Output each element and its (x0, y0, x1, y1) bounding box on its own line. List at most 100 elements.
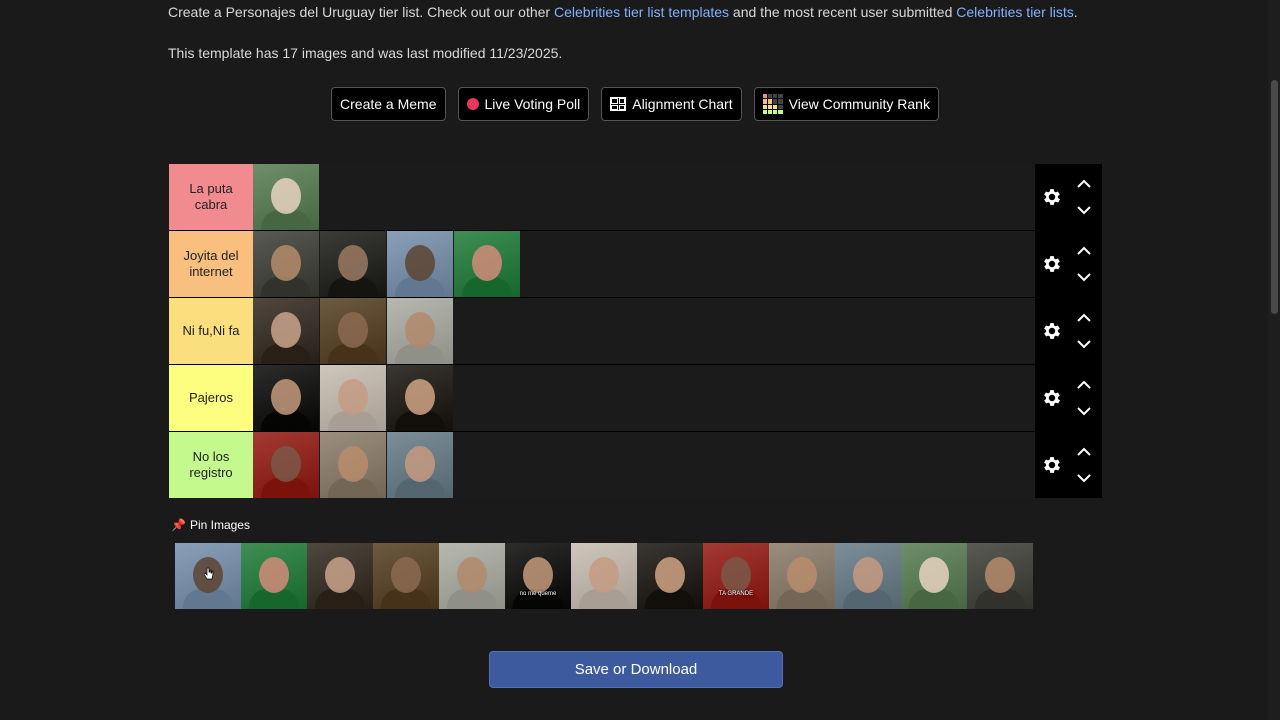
chevron-down-icon[interactable] (1075, 405, 1093, 417)
image-caption: TA GRANDE (718, 591, 754, 597)
tier-item-image[interactable] (387, 231, 453, 297)
face-shape (919, 557, 949, 593)
face-shape (271, 312, 301, 348)
face-shape (338, 245, 368, 281)
tier-controls (1035, 231, 1102, 297)
tier-controls (1035, 164, 1102, 230)
face-shape (271, 178, 301, 214)
chevron-up-icon[interactable] (1075, 446, 1093, 458)
tier-row: No los registro (169, 432, 1102, 498)
pin-images-toggle[interactable]: 📌 Pin Images (171, 518, 250, 532)
grid-icon (610, 97, 627, 111)
face-shape (589, 557, 619, 593)
live-voting-poll-button[interactable]: Live Voting Poll (457, 87, 590, 121)
chevron-down-icon[interactable] (1075, 472, 1093, 484)
pool-image[interactable] (901, 543, 967, 609)
pool-image[interactable] (637, 543, 703, 609)
face-shape (523, 557, 553, 593)
pool-image[interactable] (835, 543, 901, 609)
template-meta: This template has 17 images and was last… (168, 45, 563, 61)
chevron-up-icon[interactable] (1075, 379, 1093, 391)
tier-items[interactable] (253, 164, 1035, 230)
tier-item-image[interactable] (253, 298, 319, 364)
face-shape (787, 557, 817, 593)
pool-image[interactable] (571, 543, 637, 609)
tier-row: La puta cabra (169, 164, 1102, 231)
tier-item-image[interactable] (387, 432, 453, 498)
scrollbar[interactable] (1268, 0, 1280, 720)
face-shape (457, 557, 487, 593)
chevron-up-icon[interactable] (1075, 245, 1093, 257)
celebrities-tierlists-link[interactable]: Celebrities tier lists (956, 4, 1073, 20)
chevron-up-icon[interactable] (1075, 312, 1093, 324)
hand-cursor-icon (204, 567, 214, 580)
tier-item-image[interactable] (387, 365, 453, 431)
chevron-down-icon[interactable] (1075, 271, 1093, 283)
tier-label[interactable]: Ni fu,Ni fa (169, 298, 253, 364)
save-download-button[interactable]: Save or Download (489, 651, 783, 688)
pool-image[interactable] (373, 543, 439, 609)
tier-item-image[interactable] (320, 231, 386, 297)
tier-items[interactable] (253, 432, 1035, 498)
intro-text: Create a Personajes del Uruguay tier lis… (168, 4, 1078, 20)
tier-row: Pajeros (169, 365, 1102, 432)
pool-image[interactable] (241, 543, 307, 609)
gear-icon[interactable] (1041, 454, 1063, 476)
tier-items[interactable] (253, 231, 1035, 297)
tier-items[interactable] (253, 365, 1035, 431)
tier-item-image[interactable] (253, 164, 319, 230)
gear-icon[interactable] (1041, 253, 1063, 275)
chevron-up-icon[interactable] (1075, 178, 1093, 190)
chevron-down-icon[interactable] (1075, 204, 1093, 216)
tier-list: La puta cabra Joyita del internet Ni fu,Ni… (169, 164, 1102, 498)
tier-label[interactable]: No los registro (169, 432, 253, 498)
tier-item-image[interactable] (253, 365, 319, 431)
scrollbar-thumb[interactable] (1271, 80, 1278, 314)
chevron-down-icon[interactable] (1075, 338, 1093, 350)
face-shape (338, 446, 368, 482)
tier-label[interactable]: Pajeros (169, 365, 253, 431)
tier-label[interactable]: La puta cabra (169, 164, 253, 230)
pool-image[interactable] (439, 543, 505, 609)
face-shape (472, 245, 502, 281)
tier-item-image[interactable] (253, 231, 319, 297)
face-shape (405, 245, 435, 281)
face-shape (721, 557, 751, 593)
tier-row: Joyita del internet (169, 231, 1102, 298)
tier-item-image[interactable] (320, 365, 386, 431)
tier-item-image[interactable] (253, 432, 319, 498)
tier-controls (1035, 432, 1102, 498)
tier-item-image[interactable] (454, 231, 520, 297)
celebrities-templates-link[interactable]: Celebrities tier list templates (554, 4, 729, 20)
gear-icon[interactable] (1041, 320, 1063, 342)
face-shape (338, 312, 368, 348)
tier-item-image[interactable] (320, 432, 386, 498)
tier-grid-icon (762, 94, 783, 114)
face-shape (853, 557, 883, 593)
tier-label[interactable]: Joyita del internet (169, 231, 253, 297)
face-shape (405, 446, 435, 482)
tier-item-image[interactable] (320, 298, 386, 364)
tier-item-image[interactable] (387, 298, 453, 364)
gear-icon[interactable] (1041, 387, 1063, 409)
pool-image[interactable] (769, 543, 835, 609)
face-shape (271, 379, 301, 415)
face-shape (405, 379, 435, 415)
record-dot-icon (466, 98, 479, 110)
pool-image[interactable]: TA GRANDE (703, 543, 769, 609)
tier-controls (1035, 365, 1102, 431)
alignment-chart-button[interactable]: Alignment Chart (601, 87, 742, 121)
tier-items[interactable] (253, 298, 1035, 364)
face-shape (985, 557, 1015, 593)
create-meme-button[interactable]: Create a Meme (331, 87, 446, 121)
pool-image[interactable]: no me queme (505, 543, 571, 609)
pin-icon: 📌 (171, 518, 186, 532)
tier-controls (1035, 298, 1102, 364)
community-rank-button[interactable]: View Community Rank (753, 87, 939, 121)
image-caption: no me queme (519, 591, 557, 597)
face-shape (271, 446, 301, 482)
gear-icon[interactable] (1041, 186, 1063, 208)
face-shape (271, 245, 301, 281)
pool-image[interactable] (307, 543, 373, 609)
pool-image[interactable] (967, 543, 1033, 609)
